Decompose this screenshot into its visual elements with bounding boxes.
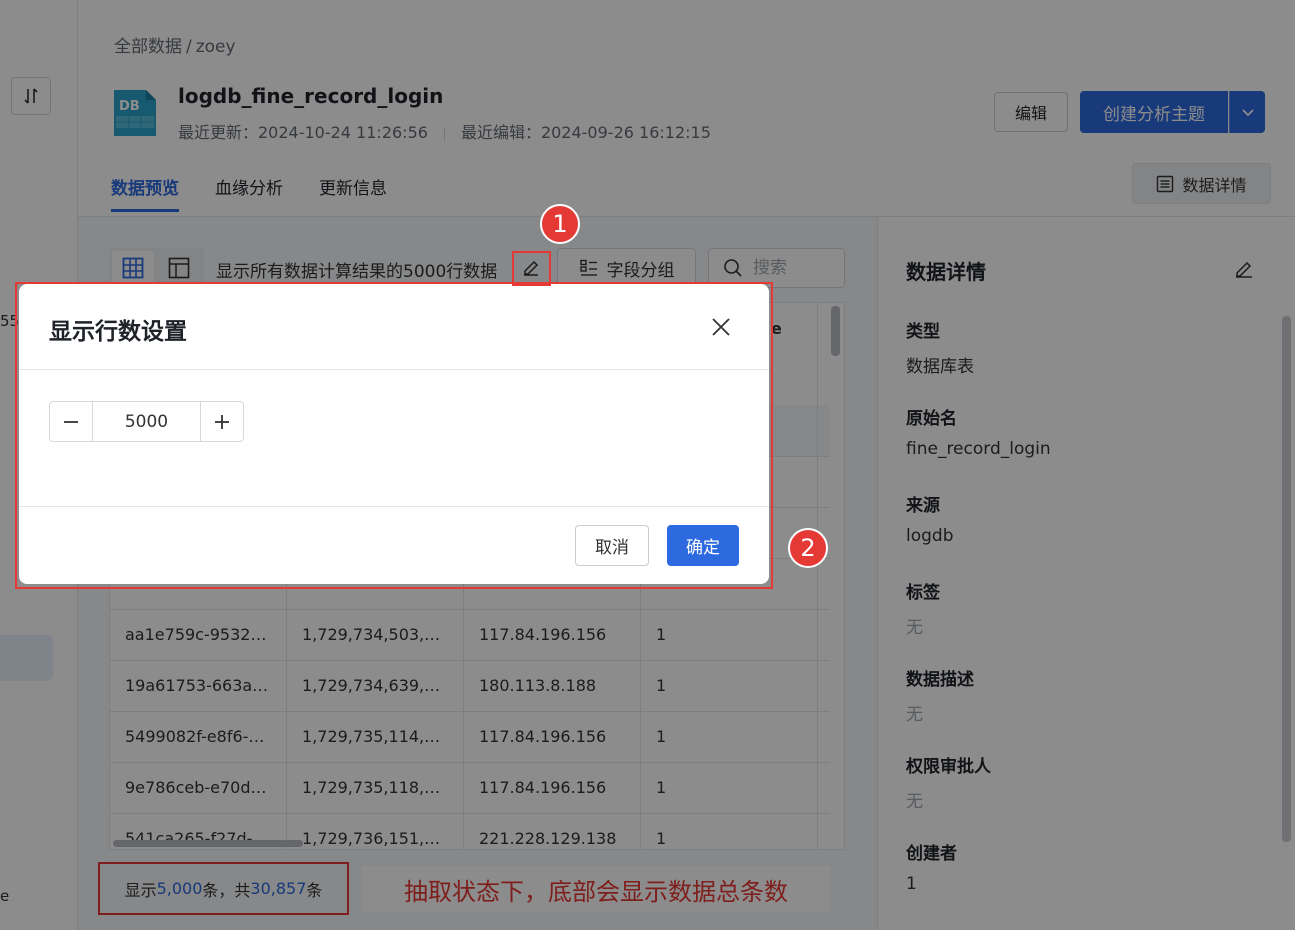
annotation-marker-1: 1 bbox=[540, 204, 580, 244]
annotation-highlight-pencil bbox=[512, 251, 551, 286]
annotation-highlight-dialog bbox=[15, 282, 773, 589]
app-background: 55 e 全部数据 / zoey DB logdb_fine_record_logi… bbox=[0, 0, 1295, 930]
annotation-marker-2: 2 bbox=[788, 528, 828, 568]
